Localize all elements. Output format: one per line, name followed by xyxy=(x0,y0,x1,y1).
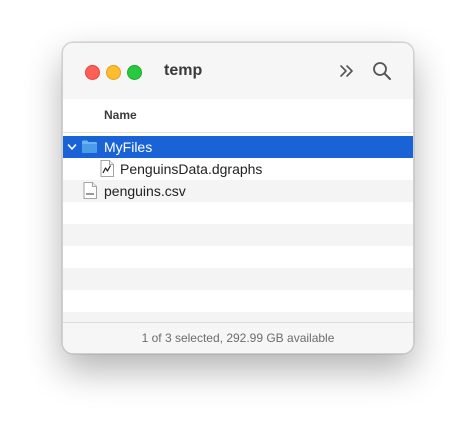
chevron-double-right-icon[interactable] xyxy=(338,61,356,81)
folder-icon xyxy=(82,140,97,153)
name-column-header[interactable]: Name xyxy=(104,108,137,122)
empty-row xyxy=(63,202,413,224)
csv-document-icon xyxy=(83,182,97,199)
disclosure-triangle-icon[interactable] xyxy=(67,142,77,152)
list-item-myfiles[interactable]: MyFiles xyxy=(63,136,413,158)
empty-row xyxy=(63,290,413,312)
minimize-window-button[interactable] xyxy=(106,65,121,80)
file-name: penguins.csv xyxy=(104,183,186,199)
status-text: 1 of 3 selected, 292.99 GB available xyxy=(141,331,335,345)
window-title: temp xyxy=(164,62,203,79)
empty-row xyxy=(63,224,413,246)
file-name: MyFiles xyxy=(104,139,153,155)
close-window-button[interactable] xyxy=(85,65,100,80)
file-name: PenguinsData.dgraphs xyxy=(120,161,263,177)
column-header: Name xyxy=(63,99,413,133)
list-item-penguins-csv[interactable]: penguins.csv xyxy=(63,180,413,202)
search-icon[interactable] xyxy=(372,61,392,81)
finder-window: temp Name MyFiles PenguinsData.dgraphs p… xyxy=(62,42,414,354)
graph-document-icon xyxy=(100,160,114,177)
status-bar: 1 of 3 selected, 292.99 GB available xyxy=(63,322,413,353)
empty-row xyxy=(63,268,413,290)
zoom-window-button[interactable] xyxy=(127,65,142,80)
empty-row xyxy=(63,312,413,322)
list-item-penguinsdata[interactable]: PenguinsData.dgraphs xyxy=(63,158,413,180)
file-list: MyFiles PenguinsData.dgraphs penguins.cs… xyxy=(63,136,413,322)
title-bar: temp xyxy=(63,43,413,99)
empty-row xyxy=(63,246,413,268)
